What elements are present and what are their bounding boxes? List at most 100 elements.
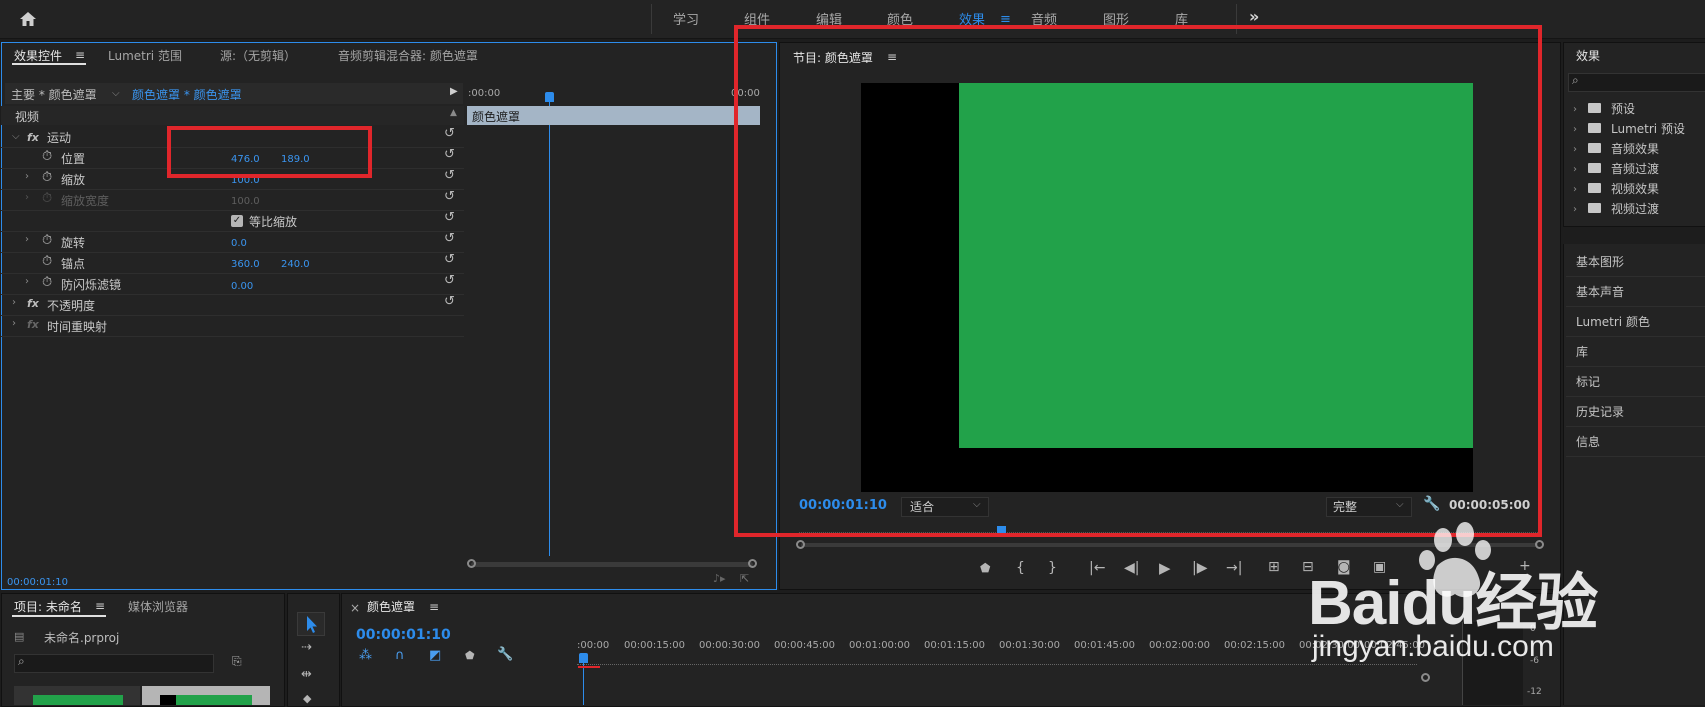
tab-audio-mixer[interactable]: 音频剪辑混合器: 颜色遮罩 bbox=[338, 47, 478, 64]
workspace-divider bbox=[651, 4, 652, 34]
play-triangle-icon[interactable]: ▶ bbox=[450, 86, 458, 97]
scroll-handle-left[interactable] bbox=[467, 559, 476, 568]
tab-lumetri-scopes[interactable]: Lumetri 范围 bbox=[108, 47, 182, 64]
expand-chevron-icon[interactable]: › bbox=[1573, 144, 1577, 155]
mark-out-icon[interactable]: } bbox=[1048, 560, 1057, 576]
expand-chevron-icon[interactable]: › bbox=[25, 171, 29, 182]
ruler-tick-label: 00:01:00:00 bbox=[849, 640, 911, 651]
thumbnail-dark bbox=[160, 695, 176, 705]
scroll-up-icon[interactable]: ▲ bbox=[450, 108, 457, 118]
reset-icon[interactable]: ↺ bbox=[444, 294, 455, 309]
clip-selector[interactable]: 颜色遮罩 * 颜色遮罩 bbox=[132, 86, 242, 103]
tab-learn[interactable]: 学习 bbox=[673, 9, 699, 28]
step-back-icon[interactable]: ◀| bbox=[1124, 560, 1139, 576]
new-bin-icon[interactable]: ⎘ bbox=[232, 654, 242, 669]
stopwatch-icon[interactable]: ⏱ bbox=[42, 170, 52, 185]
reset-icon[interactable]: ↺ bbox=[444, 252, 455, 267]
go-to-out-icon[interactable]: →| bbox=[1226, 560, 1242, 576]
opacity-label: 不透明度 bbox=[47, 299, 96, 313]
timeline-ruler[interactable] bbox=[577, 656, 1417, 665]
effects-folder-video-transitions[interactable]: 视频过渡 bbox=[1611, 200, 1659, 217]
expand-chevron-icon[interactable]: › bbox=[12, 297, 16, 308]
scroll-handle-left[interactable] bbox=[796, 540, 805, 549]
stopwatch-icon[interactable]: ⏱ bbox=[42, 254, 52, 269]
stopwatch-icon[interactable]: ⏱ bbox=[42, 149, 52, 164]
timeline-scroll-handle[interactable] bbox=[1421, 673, 1430, 682]
expand-chevron-icon[interactable]: › bbox=[12, 318, 16, 329]
audio-scrub-icon[interactable]: ♪▸ bbox=[713, 572, 726, 585]
reset-icon[interactable]: ↺ bbox=[444, 147, 455, 162]
tab-media-browser[interactable]: 媒体浏览器 bbox=[128, 598, 188, 615]
panel-libraries[interactable]: 库 bbox=[1576, 343, 1588, 360]
tab-source[interactable]: 源:（无剪辑） bbox=[220, 47, 296, 64]
expand-chevron-icon[interactable]: › bbox=[25, 234, 29, 245]
anchor-x-value[interactable]: 360.0 bbox=[231, 259, 260, 270]
expand-chevron-icon[interactable]: › bbox=[1573, 184, 1577, 195]
panel-essential-graphics[interactable]: 基本图形 bbox=[1576, 253, 1624, 270]
effects-folder-presets[interactable]: 预设 bbox=[1611, 100, 1635, 117]
expand-chevron-icon[interactable]: › bbox=[25, 276, 29, 287]
track-select-icon[interactable]: ⇢ bbox=[301, 640, 312, 655]
effects-folder-video-effects[interactable]: 视频效果 bbox=[1611, 180, 1659, 197]
effects-search-input[interactable] bbox=[1568, 73, 1705, 92]
menu-icon[interactable]: ≡ bbox=[95, 599, 105, 613]
reset-icon[interactable]: ↺ bbox=[444, 231, 455, 246]
reset-icon[interactable]: ↺ bbox=[444, 126, 455, 141]
play-icon[interactable]: ▶ bbox=[1159, 559, 1171, 577]
go-to-in-icon[interactable]: |← bbox=[1089, 560, 1105, 576]
effects-folder-lumetri[interactable]: Lumetri 预设 bbox=[1611, 120, 1685, 137]
stopwatch-icon[interactable]: ⏱ bbox=[42, 275, 52, 290]
linked-selection-icon[interactable]: ◩ bbox=[429, 648, 441, 663]
effects-folder-audio-effects[interactable]: 音频效果 bbox=[1611, 140, 1659, 157]
more-workspaces-icon[interactable]: » bbox=[1249, 7, 1259, 26]
expand-chevron-icon[interactable]: › bbox=[1573, 204, 1577, 215]
folder-icon bbox=[1588, 183, 1601, 193]
flicker-value[interactable]: 0.00 bbox=[231, 281, 253, 292]
panel-history[interactable]: 历史记录 bbox=[1576, 403, 1624, 420]
collapse-chevron-icon[interactable]: ⌵ bbox=[12, 131, 20, 142]
export-frame-icon[interactable]: ⇱ bbox=[740, 572, 749, 585]
expand-chevron-icon[interactable]: › bbox=[1573, 104, 1577, 115]
panel-lumetri-color[interactable]: Lumetri 颜色 bbox=[1576, 313, 1650, 330]
stopwatch-icon[interactable]: ⏱ bbox=[42, 233, 52, 248]
step-forward-icon[interactable]: |▶ bbox=[1192, 560, 1207, 576]
panel-markers[interactable]: 标记 bbox=[1576, 373, 1600, 390]
reset-icon[interactable]: ↺ bbox=[444, 189, 455, 204]
tools-panel bbox=[287, 593, 340, 707]
add-marker-icon[interactable]: ⬟ bbox=[465, 649, 475, 662]
expand-chevron-icon[interactable]: › bbox=[1573, 124, 1577, 135]
effect-controls-timecode[interactable]: 00:00:01:10 bbox=[7, 577, 68, 588]
work-area-bar[interactable] bbox=[578, 666, 600, 668]
add-marker-icon[interactable]: ⬟ bbox=[980, 561, 990, 575]
tab-project[interactable]: 项目: 未命名 bbox=[14, 598, 82, 615]
scroll-handle-right[interactable] bbox=[748, 559, 757, 568]
snap-magnet-icon[interactable]: ∩ bbox=[395, 648, 405, 663]
project-search-input[interactable] bbox=[14, 654, 214, 673]
panel-info[interactable]: 信息 bbox=[1576, 433, 1600, 450]
mini-scrollbar[interactable] bbox=[471, 562, 753, 567]
uniform-scale-checkbox[interactable]: ✓ bbox=[231, 215, 243, 227]
effects-folder-audio-transitions[interactable]: 音频过渡 bbox=[1611, 160, 1659, 177]
home-icon[interactable] bbox=[18, 10, 38, 28]
reset-icon[interactable]: ↺ bbox=[444, 210, 455, 225]
mark-in-icon[interactable]: { bbox=[1016, 560, 1025, 576]
panel-essential-sound[interactable]: 基本声音 bbox=[1576, 283, 1624, 300]
expand-chevron-icon[interactable]: › bbox=[1573, 164, 1577, 175]
chevron-down-icon[interactable]: ⌵ bbox=[112, 88, 120, 99]
close-icon[interactable]: × bbox=[350, 601, 360, 615]
anchor-y-value[interactable]: 240.0 bbox=[281, 259, 310, 270]
reset-icon[interactable]: ↺ bbox=[444, 168, 455, 183]
wrench-icon[interactable]: 🔧 bbox=[497, 647, 513, 662]
nest-icon[interactable]: ⁂ bbox=[359, 648, 372, 663]
razor-icon[interactable]: ◆ bbox=[303, 692, 311, 705]
timeline-timecode[interactable]: 00:00:01:10 bbox=[356, 627, 451, 643]
selection-tool-icon[interactable] bbox=[297, 612, 325, 636]
ripple-edit-icon[interactable]: ⇹ bbox=[301, 667, 312, 682]
reset-icon[interactable]: ↺ bbox=[444, 273, 455, 288]
rotation-value[interactable]: 0.0 bbox=[231, 238, 247, 249]
tab-effect-controls[interactable]: 效果控件 bbox=[14, 47, 62, 64]
menu-icon[interactable]: ≡ bbox=[75, 48, 85, 62]
ruler-tick-label: 00:00:30:00 bbox=[699, 640, 761, 651]
lift-icon[interactable]: ⊞ bbox=[1268, 559, 1280, 575]
menu-icon[interactable]: ≡ bbox=[429, 600, 439, 614]
